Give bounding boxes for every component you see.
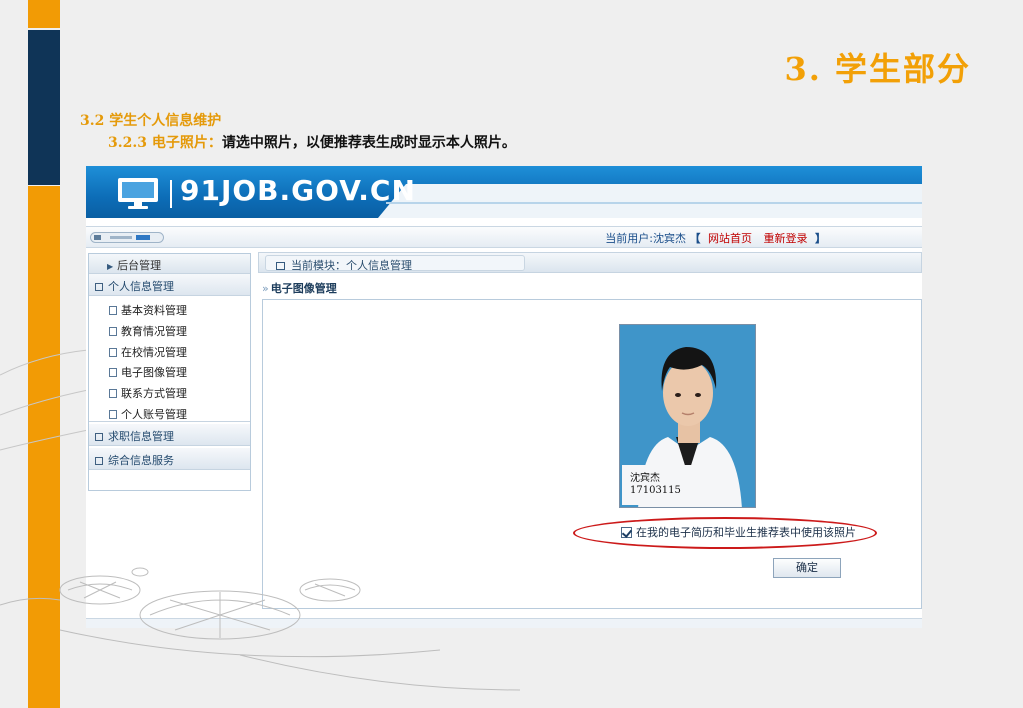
sidebar-item-school-status[interactable]: 在校情况管理 — [89, 341, 250, 362]
sidebar-item-label: 在校情况管理 — [121, 345, 187, 359]
confirm-button[interactable]: 确定 — [773, 558, 841, 578]
sidebar-header[interactable]: ▶ 后台管理 — [89, 254, 250, 274]
current-module: 当前模块：个人信息管理 — [291, 259, 412, 272]
banner-line — [386, 202, 922, 204]
slide-title: 3. 学生部分 — [784, 50, 971, 88]
sidebar-group-job-info[interactable]: 求职信息管理 — [89, 424, 250, 446]
square-icon — [95, 457, 103, 465]
sidebar-item-education[interactable]: 教育情况管理 — [89, 320, 250, 341]
section-title: 3.2 学生个人信息维护 — [80, 113, 222, 129]
page-title-text: 电子图像管理 — [270, 282, 337, 295]
document-icon — [109, 368, 117, 378]
module-bar: 当前模块：个人信息管理 — [258, 252, 922, 273]
toolbar-control-icon[interactable] — [90, 232, 164, 243]
use-photo-label[interactable]: 在我的电子简历和毕业生推荐表中使用该照片 — [636, 526, 856, 539]
decorative-lotus-sketch — [0, 567, 521, 691]
use-photo-checkbox[interactable] — [621, 527, 632, 538]
sidebar-header-label: 后台管理 — [117, 259, 162, 272]
sidebar-item-photo[interactable]: 电子图像管理 — [89, 361, 250, 382]
document-icon — [109, 409, 117, 419]
home-link[interactable]: 网站首页 — [708, 232, 752, 245]
use-photo-row[interactable]: 在我的电子简历和毕业生推荐表中使用该照片 — [621, 524, 856, 540]
square-icon — [95, 433, 103, 441]
subsection-label: 3.2.3 电子照片： — [108, 135, 222, 151]
bracket-open: 【 — [689, 232, 701, 245]
stripe-navy — [28, 30, 60, 185]
banner: 91JOB.GOV.CN — [86, 166, 922, 218]
photo-caption: 沈宾杰 17103115 — [630, 473, 681, 497]
site-logo[interactable]: 91JOB.GOV.CN — [180, 174, 416, 207]
sidebar-group-label: 综合信息服务 — [108, 454, 174, 467]
stripe-orange-top — [28, 0, 60, 28]
subsection-desc: 请选中照片，以便推荐表生成时显示本人照片。 — [221, 135, 516, 151]
triangle-right-icon: ▶ — [107, 262, 114, 271]
sidebar-item-label: 电子图像管理 — [121, 366, 187, 380]
app-screenshot: 91JOB.GOV.CN 当前用户:沈宾杰 【 网站首页 重新登录 】 ▶ 后台管… — [86, 166, 922, 628]
user-info: 当前用户:沈宾杰 【 网站首页 重新登录 】 — [605, 230, 826, 246]
sidebar-item-basic-info[interactable]: 基本资料管理 — [89, 299, 250, 320]
sidebar-item-label: 教育情况管理 — [121, 324, 187, 338]
document-icon — [109, 306, 117, 315]
sidebar-group-services[interactable]: 综合信息服务 — [89, 448, 250, 470]
sidebar-item-label: 联系方式管理 — [121, 387, 187, 401]
current-user: 当前用户:沈宾杰 — [605, 232, 686, 245]
sidebar-item-account[interactable]: 个人账号管理 — [89, 403, 250, 424]
sidebar-item-contact[interactable]: 联系方式管理 — [89, 382, 250, 403]
subsection-line: 3.2.3 电子照片：请选中照片，以便推荐表生成时显示本人照片。 — [108, 132, 516, 152]
sidebar-item-label: 个人账号管理 — [121, 407, 187, 421]
monitor-icon — [118, 178, 158, 209]
sidebar-group-label: 个人信息管理 — [108, 280, 174, 293]
document-icon — [109, 389, 117, 399]
sidebar-group-label: 求职信息管理 — [108, 430, 174, 443]
relogin-link[interactable]: 重新登录 — [764, 232, 808, 245]
decorative-lines-left — [0, 349, 89, 451]
window-icon — [276, 262, 285, 270]
photo-caption-id: 17103115 — [630, 485, 681, 496]
double-arrow-icon: » — [262, 282, 269, 295]
student-photo[interactable]: 沈宾杰 17103115 — [619, 324, 756, 508]
square-icon — [95, 283, 103, 291]
sidebar-group-personal-info[interactable]: 个人信息管理 — [89, 274, 250, 296]
document-icon — [109, 347, 117, 357]
document-icon — [109, 326, 117, 336]
bracket-close: 】 — [815, 232, 826, 245]
sidebar-item-list: 基本资料管理 教育情况管理 在校情况管理 电子图像管理 联系方式管理 个人账号管… — [89, 296, 250, 422]
sidebar-item-label: 基本资料管理 — [121, 304, 187, 317]
module-pill: 当前模块：个人信息管理 — [265, 255, 525, 272]
top-bar: 当前用户:沈宾杰 【 网站首页 重新登录 】 — [86, 226, 922, 248]
photo-caption-name: 沈宾杰 — [630, 473, 660, 484]
sidebar: ▶ 后台管理 个人信息管理 基本资料管理 教育情况管理 在校情况管理 电子图像管理… — [88, 253, 251, 491]
logo-separator — [170, 180, 172, 208]
page-title: » 电子图像管理 — [262, 280, 337, 296]
